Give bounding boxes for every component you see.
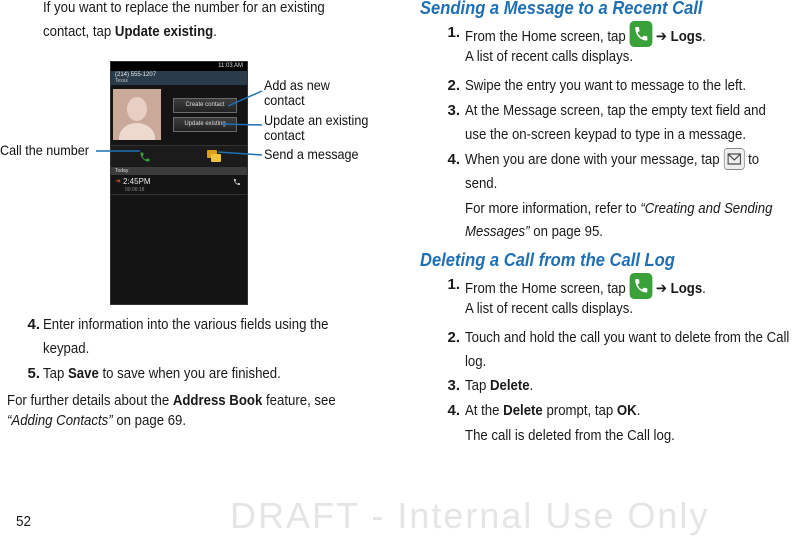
step-number: 5. — [27, 365, 40, 382]
draft-watermark: DRAFT - Internal Use Only — [230, 495, 710, 536]
s2-step-4: At the Delete prompt, tap OK. — [465, 402, 641, 419]
callout-update-existing: Update an existing contact — [264, 112, 369, 143]
section-heading-send-message: Sending a Message to a Recent Call — [420, 0, 703, 18]
section-heading-delete-call: Deleting a Call from the Call Log — [420, 250, 675, 270]
s1-step-3-line-1: At the Message screen, tap the empty tex… — [465, 102, 766, 119]
callout-call-number: Call the number — [0, 142, 89, 158]
page-number: 52 — [16, 513, 32, 530]
s2-step-2-line-2: log. — [465, 353, 487, 370]
s1-step-3-line-2: use the on-screen keypad to type in a me… — [465, 126, 747, 143]
delete-term: Delete — [489, 377, 530, 394]
adding-contacts-link[interactable]: “Adding Contacts” — [7, 412, 113, 429]
further-details-line-2: “Adding Contacts” on page 69. — [7, 412, 187, 429]
left-step-4-line-2: keypad. — [43, 340, 90, 357]
step-number: 2. — [447, 329, 460, 346]
s2-step-1-note: A list of recent calls displays. — [465, 300, 634, 317]
s2-step-4-note: The call is deleted from the Call log. — [465, 427, 675, 444]
s2-step-2-line-1: Touch and hold the call you want to dele… — [465, 329, 790, 346]
callout-send-message: Send a message — [264, 146, 359, 162]
step-number: 4. — [447, 151, 460, 168]
step-number: 3. — [447, 377, 460, 394]
s1-step-2: Swipe the entry you want to message to t… — [465, 77, 747, 94]
step-number: 4. — [447, 402, 460, 419]
creating-sending-messages-link[interactable]: “Creating and Sending — [640, 200, 772, 217]
s1-step-1-note: A list of recent calls displays. — [465, 48, 634, 65]
ok-term: OK — [616, 402, 637, 419]
phone-icon[interactable] — [629, 21, 653, 47]
step-number: 3. — [447, 102, 460, 119]
logs-term: Logs — [670, 280, 703, 297]
s2-step-3: Tap Delete. — [465, 377, 534, 394]
logs-term: Logs — [670, 28, 703, 45]
step-number: 2. — [447, 77, 460, 94]
callout-add-new: Add as new contact — [264, 77, 330, 108]
arrow-icon: ➔ — [655, 280, 667, 297]
s1-step-4-note-line-1: For more information, refer to “Creating… — [465, 200, 773, 217]
save-term: Save — [67, 365, 99, 382]
left-step-4-line-1: Enter information into the various field… — [43, 316, 329, 333]
step-number: 4. — [27, 316, 40, 333]
envelope-send-icon[interactable] — [723, 148, 745, 170]
step-number: 1. — [447, 276, 460, 293]
delete-term: Delete — [503, 402, 543, 419]
s1-step-4-note-line-2: Messages” on page 95. — [465, 223, 603, 240]
step-number: 1. — [447, 24, 460, 41]
address-book-term: Address Book — [172, 392, 263, 409]
arrow-icon: ➔ — [655, 28, 667, 45]
s1-step-4-line-2: send. — [465, 175, 498, 192]
phone-icon[interactable] — [629, 273, 653, 299]
left-step-5: Tap Save to save when you are finished. — [43, 365, 281, 382]
s1-step-4-line-1: When you are done with your message, tap… — [465, 148, 799, 172]
